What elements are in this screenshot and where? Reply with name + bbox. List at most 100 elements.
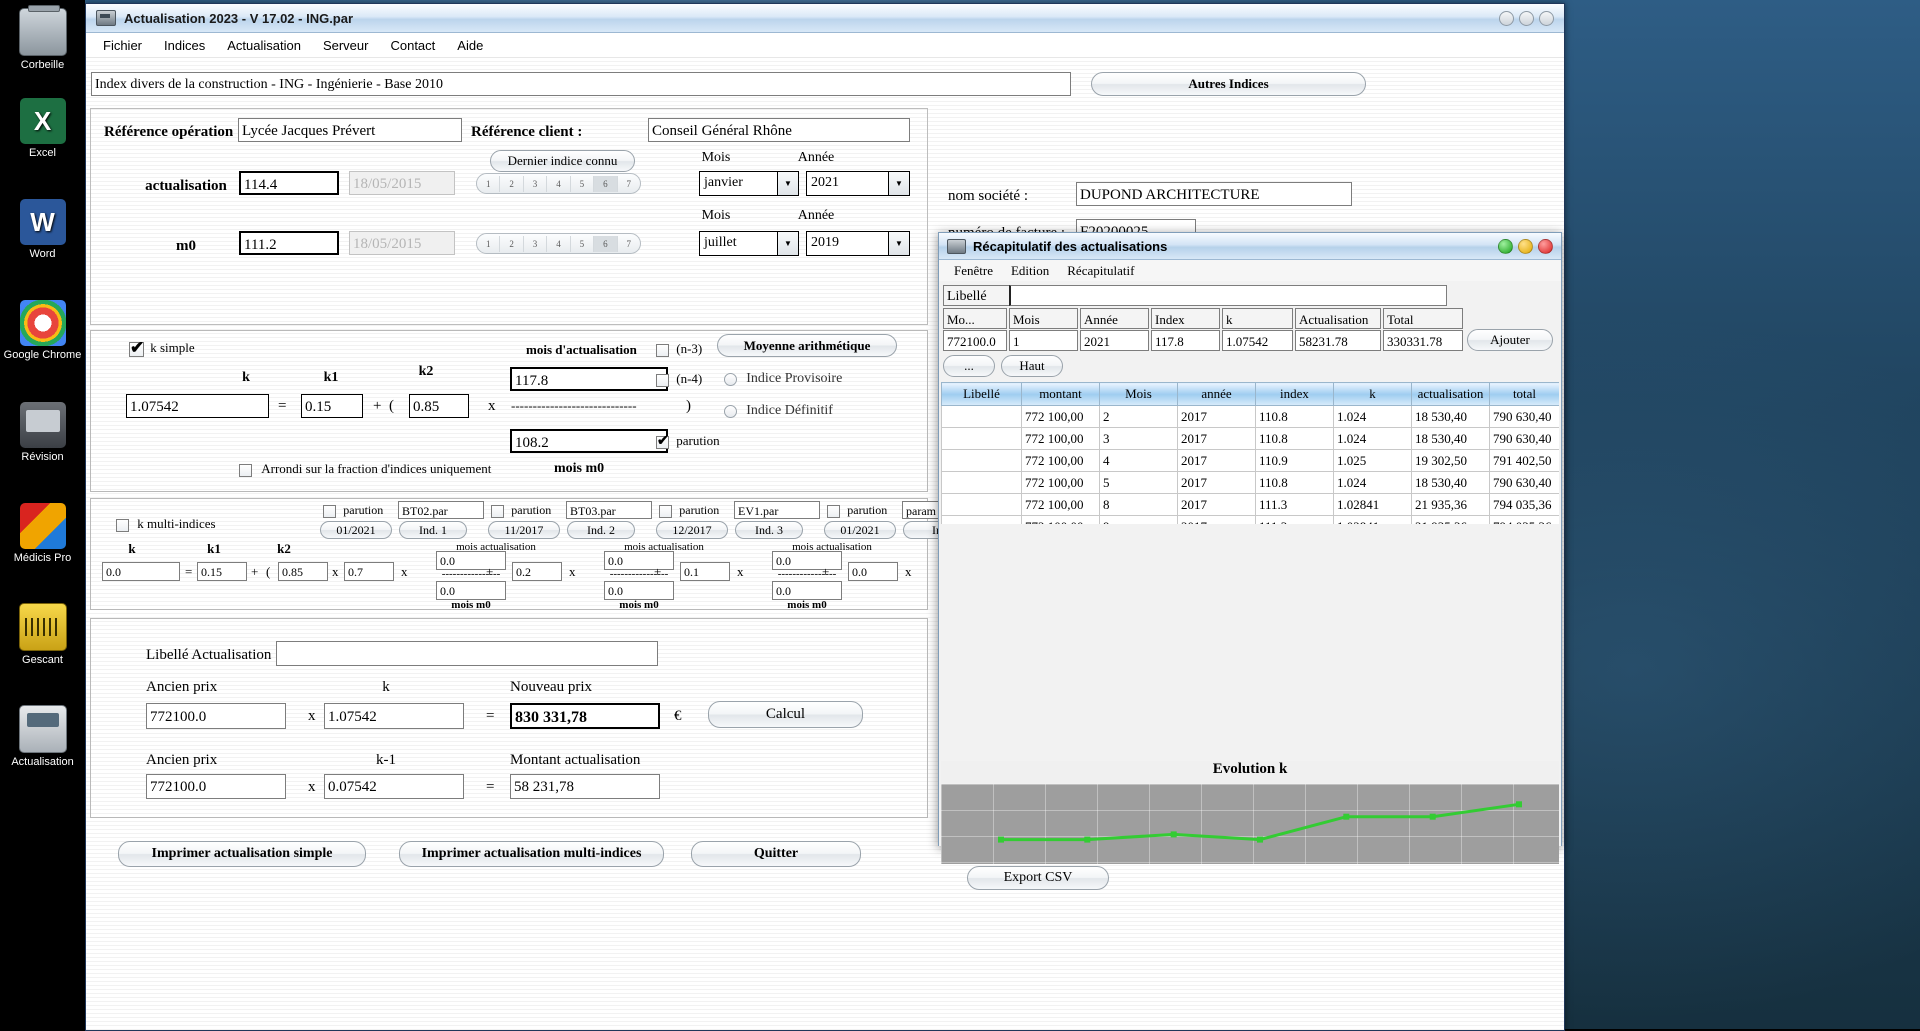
index-denominator-input[interactable]: 108.2 [510,429,668,453]
indice-provisoire-radio[interactable] [724,372,737,386]
n3-checkbox[interactable] [656,343,669,357]
multi-k2-input[interactable]: 0.85 [278,562,328,581]
calc-k-input[interactable]: 1.07542 [324,703,464,729]
recap-entry-annee[interactable]: 2021 [1080,330,1149,351]
seg-3[interactable]: 3 [524,175,548,192]
multi-col2-den[interactable]: 0.0 [604,581,674,600]
k-value-input[interactable]: 1.07542 [126,394,269,418]
k2-value-input[interactable]: 0.85 [409,394,469,418]
multi-col3-ind-button[interactable]: Ind. 3 [735,521,803,539]
desktop-icon-medicis[interactable]: Médicis Pro [0,503,85,564]
table-row[interactable]: 772 100,00 2 2017 110.8 1.024 18 530,40 … [941,405,1559,428]
chevron-down-icon[interactable]: ▼ [888,232,909,255]
k-minus-1-input[interactable]: 0.07542 [324,774,464,799]
desktop-icon-corbeille[interactable]: Corbeille [0,5,85,71]
multi-col3-den[interactable]: 0.0 [772,581,842,600]
ref-client-input[interactable]: Conseil Général Rhône [648,118,910,142]
menu-serveur[interactable]: Serveur [312,35,380,56]
menu-aide[interactable]: Aide [446,35,494,56]
window-title-bar[interactable]: Actualisation 2023 - V 17.02 - ING.par [86,4,1564,33]
minimize-button[interactable] [1499,10,1514,26]
multi-col1-file[interactable]: BT02.par [398,501,484,519]
col-libelle[interactable]: Libellé [941,382,1022,406]
col-annee[interactable]: année [1177,382,1256,406]
chevron-down-icon[interactable]: ▼ [777,232,798,255]
k-multi-checkbox[interactable] [116,518,129,532]
parution-checkbox[interactable] [827,504,840,518]
parution-checkbox[interactable] [323,504,336,518]
imprimer-simple-button[interactable]: Imprimer actualisation simple [118,841,366,867]
multi-col3-date-button[interactable]: 12/2017 [656,521,728,539]
multi-col2-parution-wrap[interactable]: parution [491,502,551,518]
m0-annee-select[interactable]: 2019 ▼ [806,231,910,256]
multi-col1-date-button[interactable]: 01/2021 [320,521,392,539]
col-mois[interactable]: Mois [1099,382,1178,406]
recap-entry-k[interactable]: 1.07542 [1222,330,1293,351]
recap-minimize-button[interactable] [1498,238,1513,254]
col-montant[interactable]: montant [1021,382,1100,406]
menu-indices[interactable]: Indices [153,35,216,56]
k1-value-input[interactable]: 0.15 [301,394,363,418]
moyenne-arithmetique-button[interactable]: Moyenne arithmétique [717,334,897,357]
parution-checkbox[interactable] [659,504,672,518]
seg-4[interactable]: 4 [547,235,571,252]
recap-maximize-button[interactable] [1518,238,1533,254]
desktop-icon-excel[interactable]: X Excel [0,98,85,159]
index-numerator-input[interactable]: 117.8 [510,367,668,391]
multi-k1-input[interactable]: 0.15 [197,562,247,581]
ref-operation-input[interactable]: Lycée Jacques Prévert [238,118,462,142]
recap-close-button[interactable] [1538,238,1553,254]
seg-5[interactable]: 5 [571,235,595,252]
col-total[interactable]: total [1489,382,1559,406]
indice-definitif-wrap[interactable]: Indice Définitif [724,402,833,419]
seg-7[interactable]: 7 [618,176,640,192]
multi-coef-4[interactable]: 0.0 [848,562,898,581]
indice-definitif-radio[interactable] [724,404,737,418]
dots-button[interactable]: ... [943,355,995,377]
desktop-icon-chrome[interactable]: Google Chrome [0,300,85,361]
close-button[interactable] [1539,10,1554,26]
col-actualisation[interactable]: actualisation [1411,382,1490,406]
n4-checkbox[interactable] [656,373,669,387]
multi-col2-file[interactable]: BT03.par [566,501,652,519]
desktop-icon-revision[interactable]: Révision [0,402,85,463]
table-row[interactable]: 772 100,00 9 2017 111.3 1.02841 21 935,3… [941,515,1559,524]
seg-4[interactable]: 4 [547,175,571,192]
recap-entry-actualisation[interactable]: 58231.78 [1295,330,1381,351]
parution-checkbox[interactable] [491,504,504,518]
recap-menu-edition[interactable]: Edition [1002,261,1058,281]
col-index[interactable]: index [1255,382,1334,406]
arrondi-checkbox-wrap[interactable]: Arrondi sur la fraction d'indices unique… [239,461,491,477]
ajouter-button[interactable]: Ajouter [1467,329,1553,351]
recap-title-bar[interactable]: Récapitulatif des actualisations [939,233,1561,260]
k-simple-checkbox-wrap[interactable]: k simple [129,338,195,358]
parution-checkbox-wrap[interactable]: parution [656,433,720,450]
multi-col1-ind-button[interactable]: Ind. 1 [399,521,467,539]
multi-col4-date-button[interactable]: 01/2021 [824,521,896,539]
multi-coef-2[interactable]: 0.2 [512,562,562,581]
ancien-prix-input[interactable]: 772100.0 [146,703,286,729]
recap-menu-fenetre[interactable]: Fenêtre [945,261,1002,281]
actualisation-day-segments[interactable]: 1 2 3 4 5 6 7 [476,173,641,194]
multi-col2-date-button[interactable]: 11/2017 [488,521,560,539]
multi-coef-1[interactable]: 0.7 [344,562,394,581]
desktop-icon-gescant[interactable]: Gescant [0,603,85,666]
recap-entry-total[interactable]: 330331.78 [1383,330,1463,351]
libelle-actualisation-input[interactable] [276,641,658,666]
n4-checkbox-wrap[interactable]: (n-4) [656,371,702,387]
k-multi-checkbox-wrap[interactable]: k multi-indices [116,516,216,532]
menu-contact[interactable]: Contact [379,35,446,56]
m0-mois-select[interactable]: juillet ▼ [699,231,799,256]
recap-entry-index[interactable]: 117.8 [1151,330,1220,351]
actualisation-annee-select[interactable]: 2021 ▼ [806,171,910,196]
seg-3[interactable]: 3 [524,235,548,252]
recap-libelle-input[interactable] [1009,285,1447,306]
n3-checkbox-wrap[interactable]: (n-3) [656,341,702,357]
seg-7[interactable]: 7 [618,236,640,252]
arrondi-checkbox[interactable] [239,463,252,477]
parution-checkbox[interactable] [656,433,669,450]
chevron-down-icon[interactable]: ▼ [888,172,909,195]
multi-col1-den[interactable]: 0.0 [436,581,506,600]
seg-2[interactable]: 2 [500,235,524,252]
seg-1[interactable]: 1 [477,235,501,252]
